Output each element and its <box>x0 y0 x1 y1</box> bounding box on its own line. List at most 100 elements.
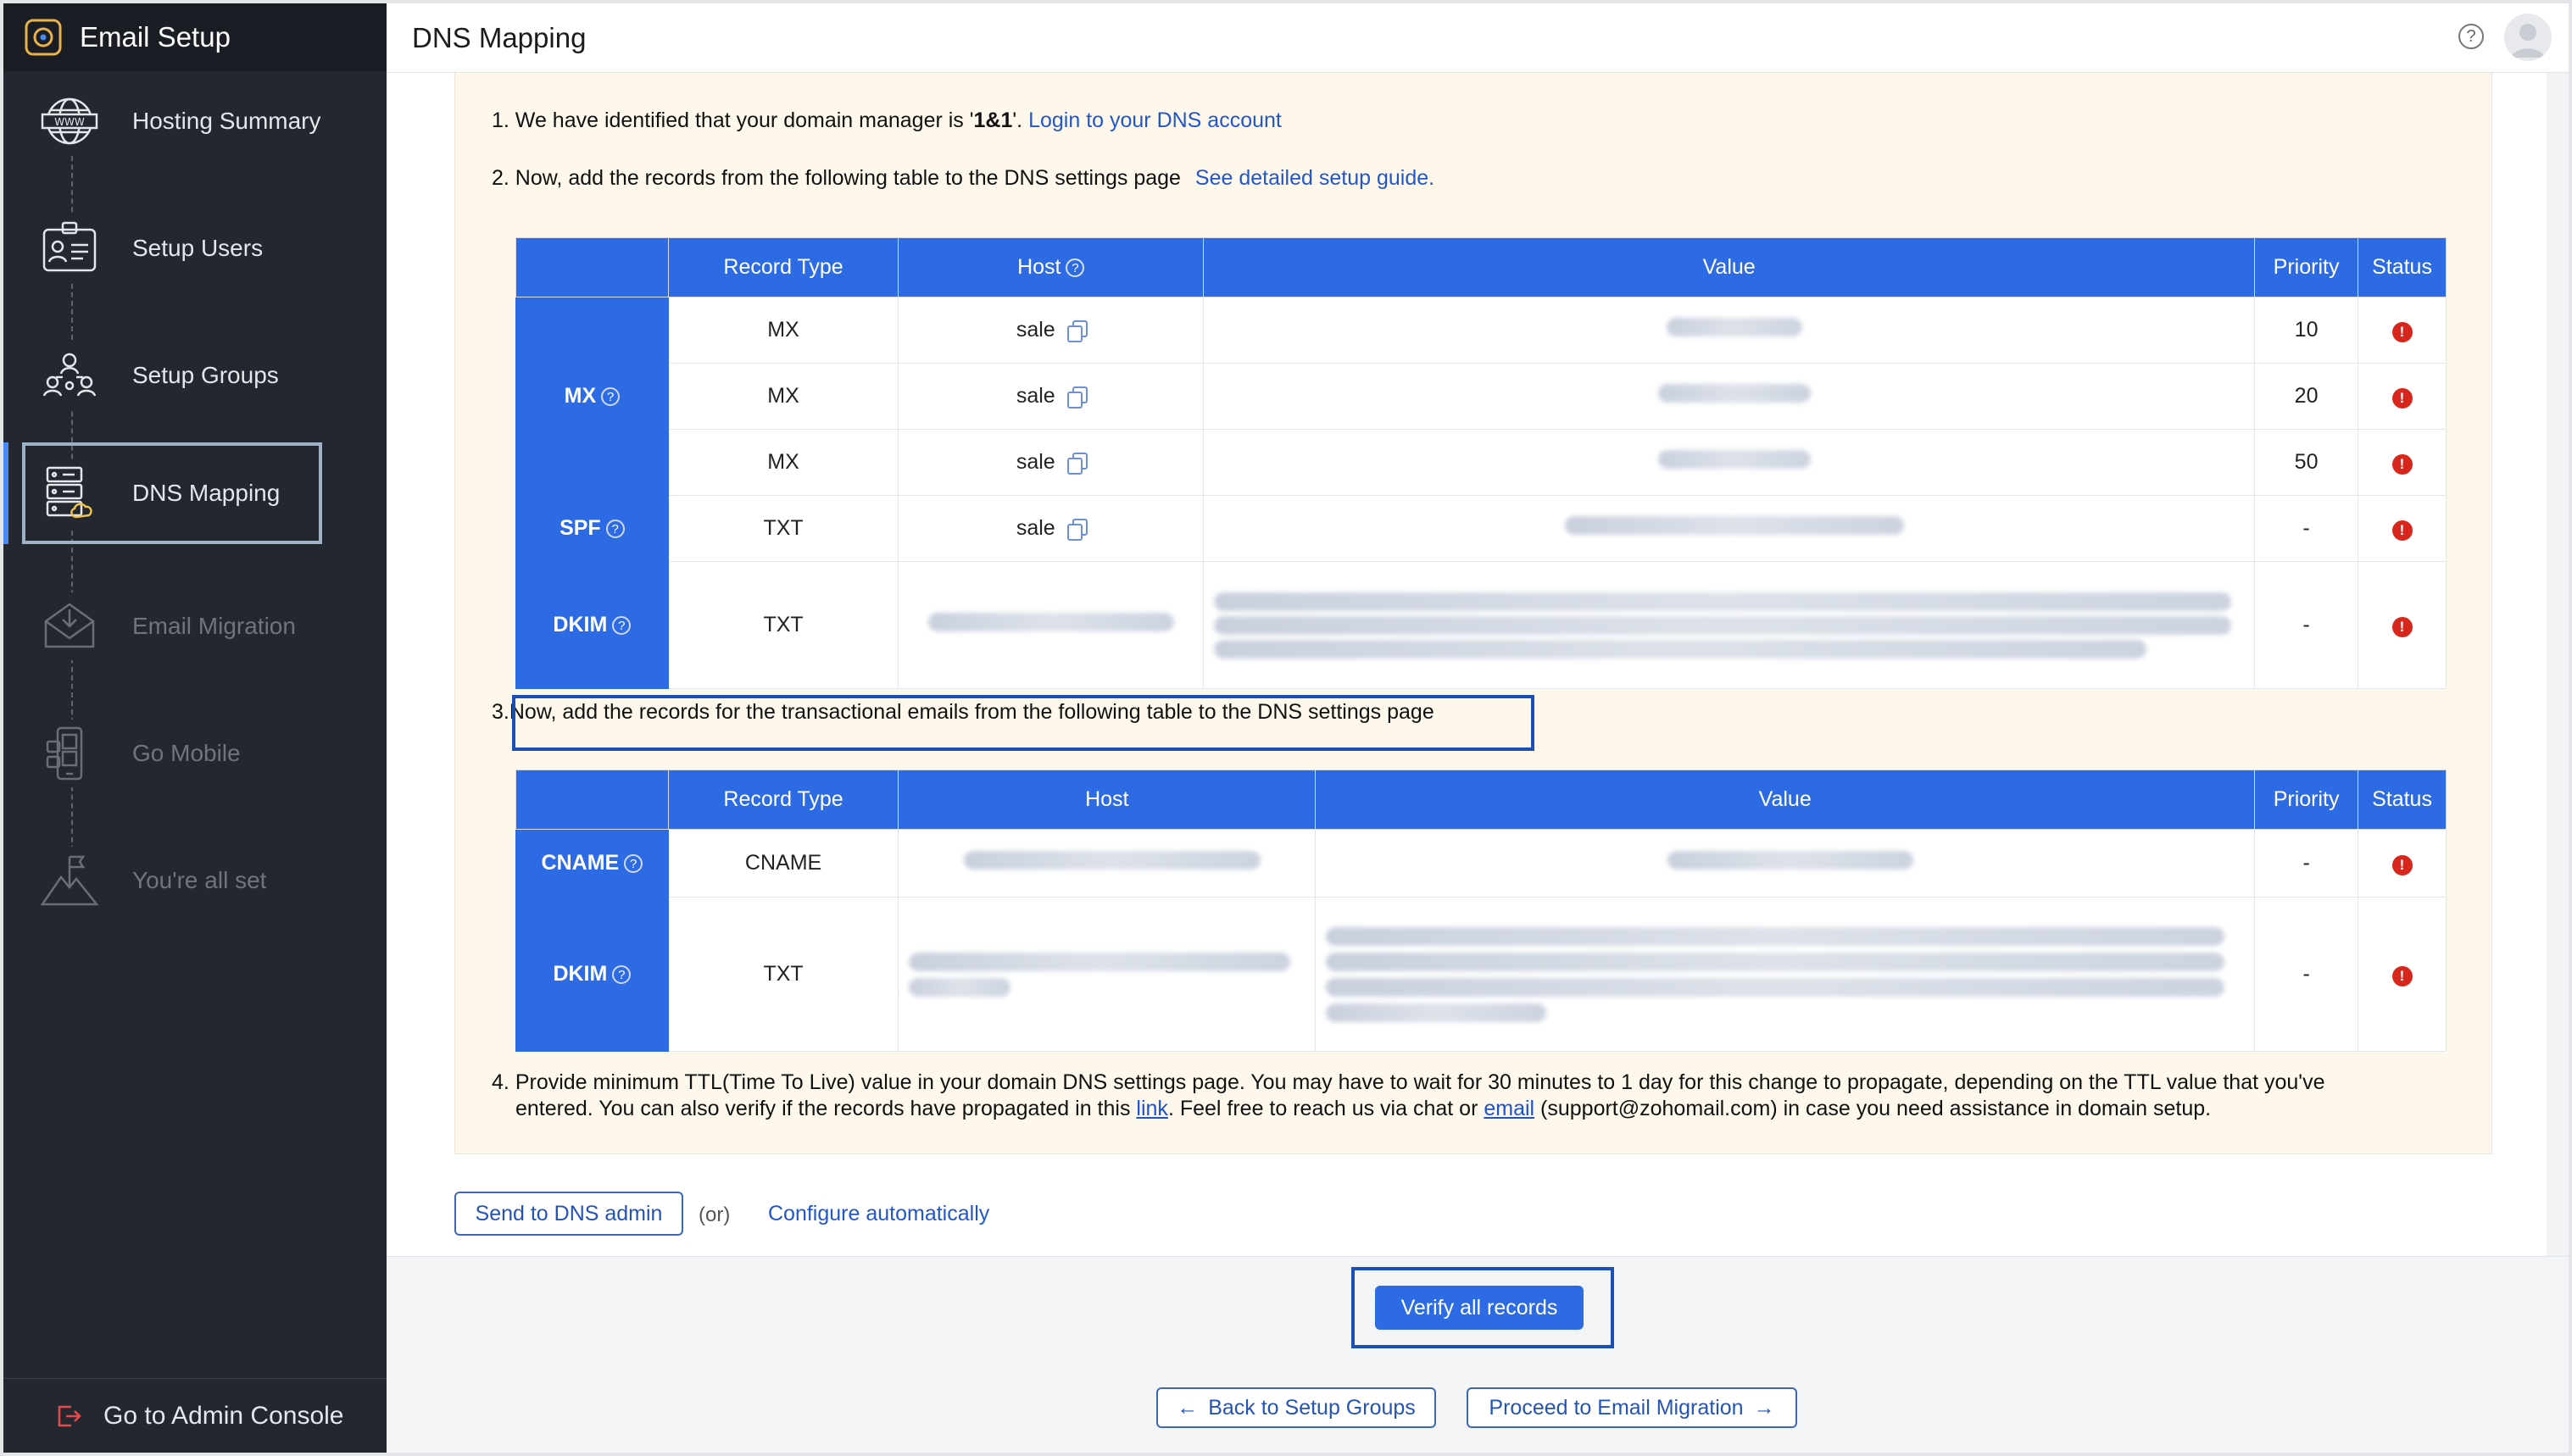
page-title: DNS Mapping <box>412 21 587 53</box>
sidebar-header: Email Setup <box>3 3 387 71</box>
group-icon <box>36 342 103 409</box>
sidebar-item-go-mobile[interactable]: Go Mobile <box>3 707 387 800</box>
cname-help-icon[interactable]: ? <box>624 854 643 874</box>
copy-icon[interactable] <box>1066 519 1088 542</box>
record-type-cell: TXT <box>667 561 899 689</box>
value-redacted-line <box>1326 952 2225 971</box>
dkim-group-label: DKIM <box>553 613 608 636</box>
dkim-help-icon[interactable]: ? <box>612 965 632 985</box>
value-cell <box>1203 363 2256 430</box>
priority-cell: - <box>2254 829 2359 897</box>
host-cell <box>898 561 1205 689</box>
host-redacted <box>927 613 1174 631</box>
verify-all-records-button[interactable]: Verify all records <box>1375 1286 1584 1330</box>
step-3-number: 3. <box>492 700 509 724</box>
table-row: MX? MX sale 10 ! <box>515 297 2447 496</box>
priority-cell: 20 <box>2254 363 2359 430</box>
user-avatar-icon <box>2511 24 2545 58</box>
svg-text:WWW: WWW <box>54 116 85 128</box>
table-row: SPF? TXT sale - ! <box>515 495 2447 562</box>
value-header: Value <box>1203 237 2256 297</box>
group-header <box>515 770 669 830</box>
value-redacted <box>1564 516 1904 535</box>
sidebar-item-dns-mapping[interactable]: DNS Mapping <box>3 442 387 544</box>
sidebar-item-email-migration[interactable]: Email Migration <box>3 580 387 673</box>
avatar[interactable] <box>2504 14 2552 61</box>
dkim-group-label: DKIM <box>553 962 608 986</box>
sidebar-item-all-set[interactable]: You're all set <box>3 834 387 927</box>
host-cell <box>898 829 1317 897</box>
value-redacted <box>1667 851 1913 870</box>
copy-icon[interactable] <box>1066 320 1088 343</box>
value-cell <box>1203 495 2256 562</box>
host-redacted-line <box>909 952 1291 971</box>
priority-header: Priority <box>2254 237 2359 297</box>
setup-guide-link[interactable]: See detailed setup guide. <box>1195 166 1434 190</box>
domain-manager-name: 1&1 <box>973 108 1013 132</box>
main-content: 1. We have identified that your domain m… <box>387 73 2547 1256</box>
priority-cell: - <box>2254 561 2359 689</box>
go-to-admin-console-link[interactable]: Go to Admin Console <box>3 1378 387 1453</box>
value-cell <box>1203 297 2256 364</box>
value-redacted-line <box>1326 1003 1547 1022</box>
spf-help-icon[interactable]: ? <box>605 520 625 539</box>
dns-records-table: Record Type Host? Value Priority Status … <box>515 237 2447 689</box>
status-cell: ! <box>2358 561 2447 689</box>
support-email-link[interactable]: email <box>1484 1097 1534 1120</box>
step-4-number: 4. <box>492 1070 509 1094</box>
host-cell: sale <box>898 297 1205 364</box>
globe-www-icon: WWW <box>36 87 103 155</box>
dns-server-icon <box>36 459 103 527</box>
step-1-suffix: '. <box>1012 108 1023 132</box>
value-redacted <box>1666 318 1802 336</box>
sidebar-item-setup-groups[interactable]: Setup Groups <box>3 329 387 422</box>
priority-cell: 50 <box>2254 429 2359 496</box>
send-to-dns-admin-button[interactable]: Send to DNS admin <box>454 1192 683 1236</box>
host-value: sale <box>1016 384 1055 408</box>
value-cell <box>1203 561 2256 689</box>
sidebar-item-hosting-summary[interactable]: WWW Hosting Summary <box>3 75 387 168</box>
step-4-text: 4. Provide minimum TTL(Time To Live) val… <box>492 1070 2324 1122</box>
status-header: Status <box>2358 770 2447 830</box>
table-header-row: Record Type Host? Value Priority Status <box>515 237 2447 297</box>
step-3-highlight-frame <box>512 695 1534 751</box>
status-cell: ! <box>2358 363 2447 430</box>
status-cell: ! <box>2358 429 2447 496</box>
host-redacted-line <box>909 977 1011 997</box>
propagation-link[interactable]: link <box>1136 1097 1168 1120</box>
step-1-text: 1. We have identified that your domain m… <box>492 108 1282 133</box>
dkim-help-icon[interactable]: ? <box>612 616 632 636</box>
proceed-button[interactable]: Proceed to Email Migration → <box>1467 1387 1797 1428</box>
table-row: DKIM? TXT - ! <box>515 897 2447 1052</box>
back-button[interactable]: ← Back to Setup Groups <box>1156 1387 1436 1428</box>
priority-cell: - <box>2254 897 2359 1052</box>
envelope-icon <box>36 592 103 660</box>
value-cell <box>1315 897 2256 1052</box>
host-cell: sale <box>898 429 1205 496</box>
status-cell: ! <box>2358 495 2447 562</box>
host-cell: sale <box>898 363 1205 430</box>
group-header <box>515 237 669 297</box>
scrollbar[interactable] <box>2547 73 2569 1256</box>
host-help-icon[interactable]: ? <box>1066 258 1085 278</box>
sidebar-item-setup-users[interactable]: Setup Users <box>3 202 387 295</box>
status-header: Status <box>2358 237 2447 297</box>
help-icon[interactable]: ? <box>2458 24 2484 49</box>
host-cell <box>898 897 1317 1052</box>
copy-icon[interactable] <box>1066 386 1088 409</box>
value-redacted-line <box>1326 926 2225 946</box>
step-2-text: 2. Now, add the records from the followi… <box>492 166 1434 191</box>
mx-help-icon[interactable]: ? <box>601 387 621 407</box>
copy-icon[interactable] <box>1066 453 1088 475</box>
value-redacted-line <box>1214 639 2147 659</box>
proceed-button-label: Proceed to Email Migration <box>1489 1395 1744 1420</box>
status-cell: ! <box>2358 829 2447 897</box>
host-header: Host? <box>898 237 1205 297</box>
email-setup-logo-icon <box>25 19 62 56</box>
mx-group-cell: MX? <box>515 297 669 496</box>
cname-group-label: CNAME <box>541 851 620 875</box>
configure-automatically-link[interactable]: Configure automatically <box>768 1202 989 1226</box>
sidebar-item-label: Hosting Summary <box>132 108 321 134</box>
status-cell: ! <box>2358 897 2447 1052</box>
login-dns-account-link[interactable]: Login to your DNS account <box>1028 108 1282 132</box>
